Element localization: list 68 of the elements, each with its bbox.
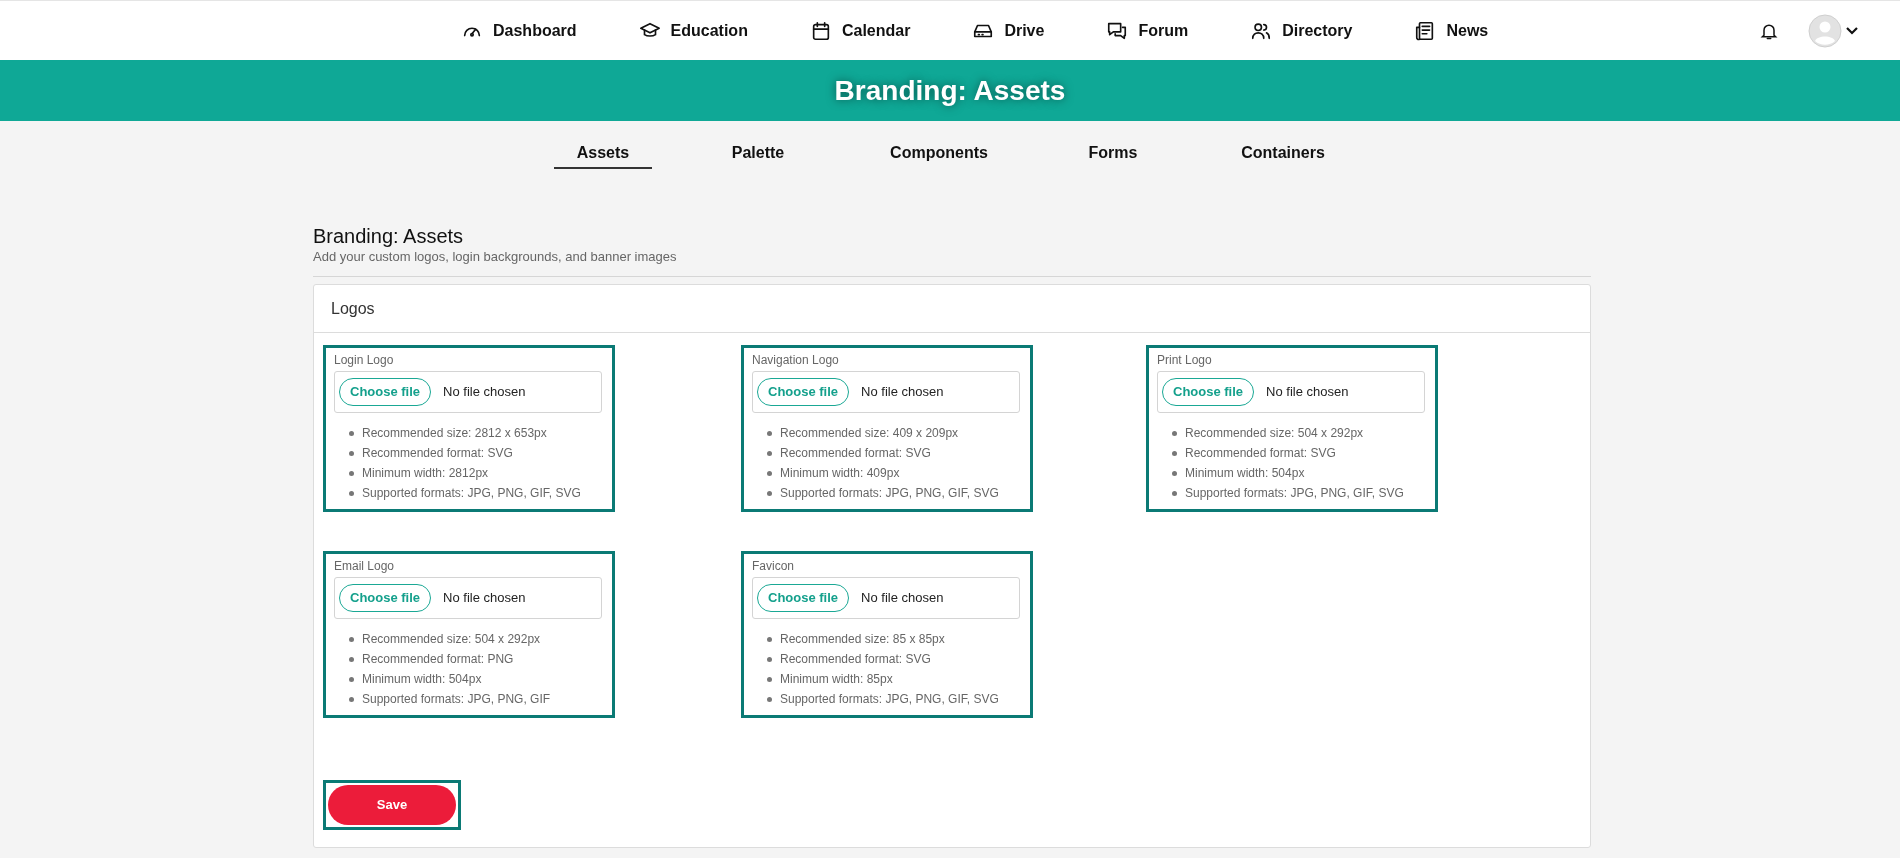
bullet-icon: [349, 656, 354, 662]
field-label: Email Logo: [334, 558, 396, 574]
requirement-text: Recommended size: 504 x 292px: [362, 631, 542, 648]
nav-link[interactable]: Drive: [972, 18, 1045, 43]
requirement-text: Supported formats: JPG, PNG, GIF: [362, 691, 552, 708]
bullet-icon: [1172, 490, 1177, 496]
save-button[interactable]: Save: [328, 785, 456, 825]
tab[interactable]: Containers: [1203, 139, 1363, 169]
nav-link[interactable]: Directory: [1250, 18, 1353, 43]
field-label: Login Logo: [334, 352, 395, 368]
avatar-icon: [1808, 13, 1842, 48]
requirement-text: Recommended format: SVG: [1185, 445, 1337, 462]
bullet-icon: [349, 636, 354, 642]
requirement-text: Supported formats: JPG, PNG, GIF, SVG: [780, 691, 1000, 708]
field-label: Print Logo: [1157, 352, 1213, 368]
nav-link[interactable]: Dashboard: [461, 18, 577, 43]
field-label: Favicon: [752, 558, 796, 574]
requirement-text: Recommended format: SVG: [780, 651, 932, 668]
requirement-text: Supported formats: JPG, PNG, GIF, SVG: [362, 485, 582, 502]
bullet-icon: [767, 696, 772, 702]
page-subtitle: Add your custom logos, login backgrounds, and banner images: [313, 248, 678, 266]
tab[interactable]: Forms: [1053, 139, 1173, 169]
page-title: Branding: Assets: [313, 224, 465, 248]
requirement-text: Recommended size: 85 x 85px: [780, 631, 946, 648]
bullet-icon: [349, 676, 354, 682]
bullet-icon: [767, 470, 772, 476]
bullet-icon: [349, 696, 354, 702]
bullet-icon: [767, 450, 772, 456]
bullet-icon: [349, 490, 354, 496]
banner-title: Branding: Assets: [834, 73, 1066, 108]
nav-link[interactable]: Calendar: [809, 18, 911, 43]
requirement-text: Supported formats: JPG, PNG, GIF, SVG: [780, 485, 1000, 502]
section-title: Logos: [331, 298, 375, 319]
nav-link[interactable]: Forum: [1106, 18, 1189, 43]
requirement-text: Minimum width: 85px: [780, 671, 894, 688]
bullet-icon: [767, 490, 772, 496]
bullet-icon: [1172, 470, 1177, 476]
bullet-icon: [349, 430, 354, 436]
tab[interactable]: Palette: [693, 139, 823, 169]
bullet-icon: [1172, 450, 1177, 456]
bullet-icon: [767, 676, 772, 682]
bullet-icon: [1172, 430, 1177, 436]
file-input[interactable]: Choose file No file chosen: [1157, 371, 1425, 413]
requirement-text: Recommended size: 409 x 209px: [780, 425, 960, 442]
bullet-icon: [767, 636, 772, 642]
file-input[interactable]: Choose file No file chosen: [334, 577, 602, 619]
file-input[interactable]: Choose file No file chosen: [752, 577, 1020, 619]
requirement-text: Recommended format: SVG: [362, 445, 514, 462]
requirement-text: Minimum width: 2812px: [362, 465, 490, 482]
requirement-text: Supported formats: JPG, PNG, GIF, SVG: [1185, 485, 1405, 502]
bullet-icon: [349, 450, 354, 456]
tab[interactable]: Components: [834, 139, 1044, 169]
field-label: Navigation Logo: [752, 352, 840, 368]
requirement-text: Recommended format: SVG: [780, 445, 932, 462]
requirement-text: Minimum width: 409px: [780, 465, 901, 482]
requirement-text: Recommended format: PNG: [362, 651, 515, 668]
requirement-text: Minimum width: 504px: [362, 671, 483, 688]
tab[interactable]: Assets: [554, 139, 652, 169]
nav-link[interactable]: News: [1414, 18, 1489, 43]
requirement-text: Minimum width: 504px: [1185, 465, 1306, 482]
requirement-text: Recommended size: 504 x 292px: [1185, 425, 1365, 442]
bullet-icon: [767, 430, 772, 436]
nav-link[interactable]: Education: [638, 18, 748, 43]
file-input[interactable]: Choose file No file chosen: [334, 371, 602, 413]
requirement-text: Recommended size: 2812 x 653px: [362, 425, 548, 442]
bullet-icon: [349, 470, 354, 476]
bullet-icon: [767, 656, 772, 662]
file-input[interactable]: Choose file No file chosen: [752, 371, 1020, 413]
